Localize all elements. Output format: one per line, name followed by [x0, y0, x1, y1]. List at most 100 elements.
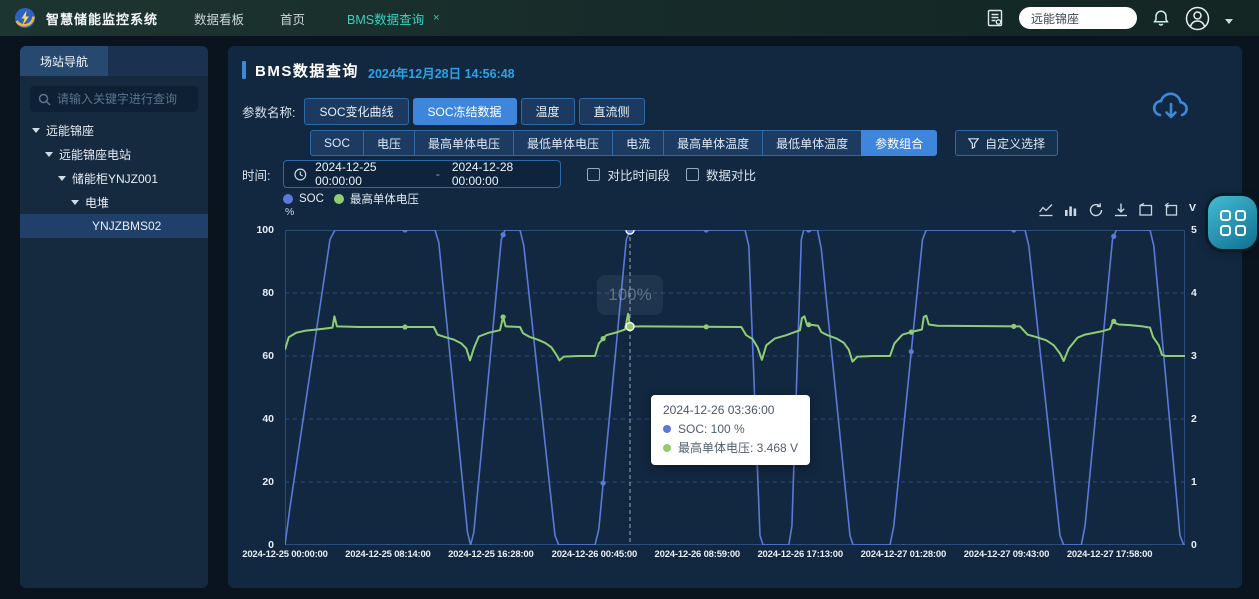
sub-tab-5[interactable]: 最高单体温度	[663, 130, 763, 156]
data-point	[501, 232, 506, 237]
param-tab-0[interactable]: SOC变化曲线	[304, 98, 408, 125]
data-point	[1011, 230, 1016, 233]
series-最高单体电压	[285, 314, 1185, 362]
checkbox-compare-data[interactable]: 数据对比	[686, 165, 756, 184]
nav-item-home[interactable]: 首页	[280, 9, 305, 28]
report-icon[interactable]	[986, 9, 1004, 27]
sub-tab-6[interactable]: 最低单体温度	[762, 130, 862, 156]
download-icon[interactable]	[1113, 202, 1129, 218]
param-tab-2[interactable]: 温度	[521, 98, 575, 125]
tree-caret-icon[interactable]	[32, 128, 40, 133]
left-tick-label: 40	[262, 413, 274, 425]
clock-icon	[294, 168, 307, 181]
tab-bms-data-query[interactable]: BMS数据查询 ×	[347, 9, 440, 28]
param-tab-1[interactable]: SOC冻结数据	[413, 98, 517, 125]
tree-caret-icon[interactable]	[71, 200, 79, 205]
filter-icon	[968, 138, 979, 149]
sub-tab-4[interactable]: 电流	[612, 130, 664, 156]
data-point	[806, 322, 811, 327]
tree-caret-icon[interactable]	[45, 152, 53, 157]
app-title: 智慧储能监控系统	[46, 9, 158, 28]
x-tick-label: 2024-12-26 08:59:00	[655, 549, 740, 560]
sidebar-search-input[interactable]	[57, 92, 190, 106]
x-tick-label: 2024-12-25 00:00:00	[242, 549, 327, 560]
data-point	[704, 230, 709, 233]
param-tab-3[interactable]: 直流侧	[579, 98, 645, 125]
x-tick-label: 2024-12-26 00:45:00	[552, 549, 637, 560]
current-datetime: 2024年12月28日 14:56:48	[368, 63, 515, 82]
tab-station-navigation[interactable]: 场站导航	[20, 46, 108, 76]
cloud-download-icon[interactable]	[1150, 88, 1192, 124]
chart-legend: SOC 最高单体电压	[283, 191, 429, 207]
data-point	[1011, 324, 1016, 329]
time-range-input[interactable]: 2024-12-25 00:00:00 - 2024-12-28 00:00:0…	[283, 160, 561, 188]
quick-panel-button[interactable]	[1208, 196, 1257, 249]
data-point	[909, 330, 914, 335]
tree-node[interactable]: 储能柜YNJZ001	[20, 166, 208, 190]
param-tabs-row: 参数名称: SOC变化曲线SOC冻结数据温度直流侧	[242, 98, 649, 125]
station-search-input[interactable]	[1019, 7, 1137, 29]
data-point	[501, 314, 506, 319]
zoom-restore-icon[interactable]	[1163, 202, 1179, 218]
nav-item-dashboard[interactable]: 数据看板	[194, 9, 244, 28]
sub-tab-7[interactable]: 参数组合	[861, 130, 937, 156]
legend-item-0[interactable]: SOC	[283, 193, 324, 205]
legend-label: 最高单体电压	[350, 191, 419, 207]
sidebar-search-box[interactable]	[30, 86, 198, 112]
left-tick-label: 60	[262, 350, 274, 362]
left-tick-label: 80	[262, 287, 274, 299]
legend-dot-icon	[283, 194, 293, 204]
chart-tooltip: 2024-12-26 03:36:00 SOC: 100 %最高单体电压: 3.…	[651, 395, 810, 465]
restore-icon[interactable]	[1088, 202, 1104, 218]
tree-node-label: 储能柜YNJZ001	[72, 170, 158, 187]
tree-node[interactable]: 电堆	[20, 190, 208, 214]
tree-node-label: 远能锦座电站	[59, 146, 131, 163]
bell-icon[interactable]	[1152, 9, 1170, 27]
x-tick-label: 2024-12-27 01:28:00	[861, 549, 946, 560]
hover-point-volt	[626, 323, 634, 331]
tree-node-selected[interactable]: YNJZBMS02	[20, 214, 208, 238]
time-end-value: 2024-12-28 00:00:00	[452, 160, 561, 188]
data-point	[1111, 319, 1116, 324]
right-tick-label: 1	[1191, 476, 1197, 488]
checkbox-box-icon[interactable]	[587, 168, 600, 181]
chart-plot-area[interactable]	[285, 230, 1185, 545]
tab-close-icon[interactable]: ×	[433, 12, 439, 24]
data-zoom-icon[interactable]	[1138, 202, 1154, 218]
line-chart-icon[interactable]	[1038, 202, 1054, 218]
x-tick-label: 2024-12-27 09:43:00	[964, 549, 1049, 560]
custom-select-button[interactable]: 自定义选择	[955, 130, 1058, 156]
checkbox-compare-period[interactable]: 对比时间段	[587, 165, 670, 184]
sub-tab-2[interactable]: 最高单体电压	[414, 130, 514, 156]
sub-tab-1[interactable]: 电压	[363, 130, 415, 156]
right-axis-labels: 543210	[1189, 230, 1219, 545]
user-menu-caret-icon[interactable]	[1225, 19, 1233, 24]
legend-dot-icon	[334, 194, 344, 204]
time-row: 时间: 2024-12-25 00:00:00 - 2024-12-28 00:…	[242, 160, 756, 188]
tree-node[interactable]: 远能锦座	[20, 118, 208, 142]
sidebar-header: 场站导航	[20, 46, 208, 76]
tree-node[interactable]: 远能锦座电站	[20, 142, 208, 166]
search-icon	[38, 93, 51, 106]
data-point	[909, 349, 914, 354]
tree-caret-icon[interactable]	[58, 176, 66, 181]
data-point	[704, 324, 709, 329]
station-sidebar: 场站导航 远能锦座远能锦座电站储能柜YNJZ001 电堆YNJZBMS02	[20, 46, 208, 588]
x-tick-label: 2024-12-25 08:14:00	[345, 549, 430, 560]
checkbox-label: 数据对比	[706, 165, 756, 184]
right-tick-label: 2	[1191, 413, 1197, 425]
x-tick-label: 2024-12-26 17:13:00	[757, 549, 842, 560]
checkbox-box-icon[interactable]	[686, 168, 699, 181]
title-accent-bar	[242, 61, 246, 79]
x-tick-label: 2024-12-27 17:58:00	[1067, 549, 1152, 560]
bar-chart-icon[interactable]	[1063, 202, 1079, 218]
user-avatar-icon[interactable]	[1185, 6, 1210, 31]
legend-item-1[interactable]: 最高单体电压	[334, 191, 419, 207]
grid-icon	[1220, 210, 1246, 236]
top-navbar: 智慧储能监控系统 数据看板 首页 BMS数据查询 ×	[0, 0, 1259, 36]
sub-tab-0[interactable]: SOC	[310, 130, 364, 156]
time-start-value: 2024-12-25 00:00:00	[315, 160, 424, 188]
tooltip-series-dot-icon	[663, 425, 671, 433]
left-tick-label: 20	[262, 476, 274, 488]
sub-tab-3[interactable]: 最低单体电压	[513, 130, 613, 156]
